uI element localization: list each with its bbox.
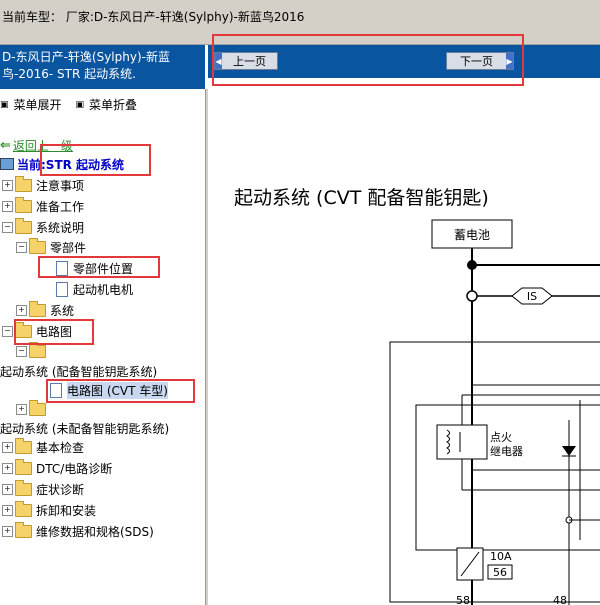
tree-item-start-sys-nokey: 起动系统 (未配备智能钥匙系统) bbox=[0, 418, 169, 438]
fuse-number-label: 56 bbox=[493, 566, 507, 579]
tree-item-label: 症状诊断 bbox=[36, 482, 85, 497]
tree-item-label: 系统 bbox=[50, 303, 75, 318]
folder-icon bbox=[15, 458, 32, 475]
connector-pin-48: 48 bbox=[553, 594, 567, 605]
tree-item-label: 拆卸和安装 bbox=[36, 503, 97, 518]
folder-icon bbox=[15, 175, 32, 192]
is-label: IS bbox=[527, 290, 537, 303]
highlight-box bbox=[38, 256, 160, 278]
highlight-box bbox=[14, 319, 94, 345]
tree-item-removal[interactable]: + 拆卸和安装 bbox=[2, 500, 96, 520]
folder-open-icon bbox=[29, 237, 46, 254]
expand-plus-icon[interactable]: + bbox=[16, 304, 27, 316]
computer-icon bbox=[0, 158, 14, 170]
tree-item-parts[interactable]: − 零部件 bbox=[16, 237, 86, 257]
tree-item-label: 维修数据和规格(SDS) bbox=[36, 524, 154, 539]
expand-plus-icon[interactable]: + bbox=[2, 525, 13, 537]
tree-item-sysdesc[interactable]: − 系统说明 bbox=[2, 217, 84, 237]
tree-item-label: 准备工作 bbox=[36, 199, 85, 214]
diagram-title: 起动系统 (CVT 配备智能钥匙) bbox=[234, 187, 489, 209]
expand-plus-icon[interactable]: + bbox=[2, 441, 13, 453]
connector-pin-58: 58 bbox=[456, 594, 470, 605]
relay-label-1: 点火 bbox=[490, 431, 512, 444]
tree-item-label: DTC/电路诊断 bbox=[36, 461, 113, 476]
folder-icon bbox=[15, 196, 32, 213]
relay-coil-box bbox=[436, 424, 488, 460]
tree-item-starter-motor[interactable]: 起动机电机 bbox=[56, 279, 133, 299]
tree-item-label: 基本检查 bbox=[36, 440, 85, 455]
folder-open-icon bbox=[29, 341, 46, 358]
tree-item-start-sys-key: 起动系统 (配备智能钥匙系统) bbox=[0, 361, 157, 381]
folder-icon bbox=[29, 300, 46, 317]
expand-plus-icon[interactable]: + bbox=[2, 179, 13, 191]
expand-plus-icon[interactable]: + bbox=[2, 483, 13, 495]
expand-plus-icon[interactable]: + bbox=[2, 200, 13, 212]
battery-label: 蓄电池 bbox=[454, 228, 490, 242]
folder-icon bbox=[15, 521, 32, 538]
collapse-minus-icon[interactable]: − bbox=[2, 325, 13, 337]
tree-item-label: 注意事项 bbox=[36, 178, 85, 193]
tree-item-nokey-folder[interactable]: + bbox=[16, 399, 50, 419]
folder-open-icon bbox=[15, 217, 32, 234]
folder-icon bbox=[29, 399, 46, 416]
tree-item-notes[interactable]: + 注意事项 bbox=[2, 175, 84, 195]
tree-item-dtc[interactable]: + DTC/电路诊断 bbox=[2, 458, 112, 478]
tree-item-label: 起动系统 (配备智能钥匙系统) bbox=[0, 364, 158, 379]
collapse-minus-icon[interactable]: − bbox=[16, 345, 27, 357]
relay-label-2: 继电器 bbox=[490, 445, 523, 458]
tree-item-symptom[interactable]: + 症状诊断 bbox=[2, 479, 84, 499]
folder-icon bbox=[15, 479, 32, 496]
collapse-minus-icon[interactable]: − bbox=[2, 221, 13, 233]
expand-plus-icon[interactable]: + bbox=[2, 462, 13, 474]
tree-item-label: 零部件 bbox=[50, 240, 87, 255]
collapse-minus-icon[interactable]: − bbox=[16, 241, 27, 253]
junction-open bbox=[466, 290, 478, 302]
folder-icon bbox=[15, 437, 32, 454]
highlight-box bbox=[46, 379, 195, 403]
tree-item-label: 系统说明 bbox=[36, 220, 85, 235]
fuse-amp-label: 10A bbox=[490, 550, 512, 563]
tree-item-label: 起动机电机 bbox=[73, 282, 134, 297]
tree-item-prep[interactable]: + 准备工作 bbox=[2, 196, 84, 216]
expand-plus-icon[interactable]: + bbox=[2, 504, 13, 516]
navigation-tree: ⇐ 返回上一级 当前:STR 起动系统 + 注意事项 + 准备工作 − 系统说明… bbox=[0, 0, 205, 605]
expand-plus-icon[interactable]: + bbox=[16, 403, 27, 415]
back-arrow-icon: ⇐ bbox=[0, 137, 11, 153]
document-icon bbox=[56, 281, 68, 297]
highlight-box bbox=[40, 144, 151, 176]
tree-item-label: 起动系统 (未配备智能钥匙系统) bbox=[0, 421, 170, 436]
folder-icon bbox=[15, 500, 32, 517]
tree-item-sds[interactable]: + 维修数据和规格(SDS) bbox=[2, 521, 154, 541]
tree-item-system[interactable]: + 系统 bbox=[16, 300, 74, 320]
wiring-diagram: 起动系统 (CVT 配备智能钥匙) 蓄电池 IS 点火 继电器 10A 56 5… bbox=[234, 187, 600, 605]
tree-item-basic-check[interactable]: + 基本检查 bbox=[2, 437, 84, 457]
